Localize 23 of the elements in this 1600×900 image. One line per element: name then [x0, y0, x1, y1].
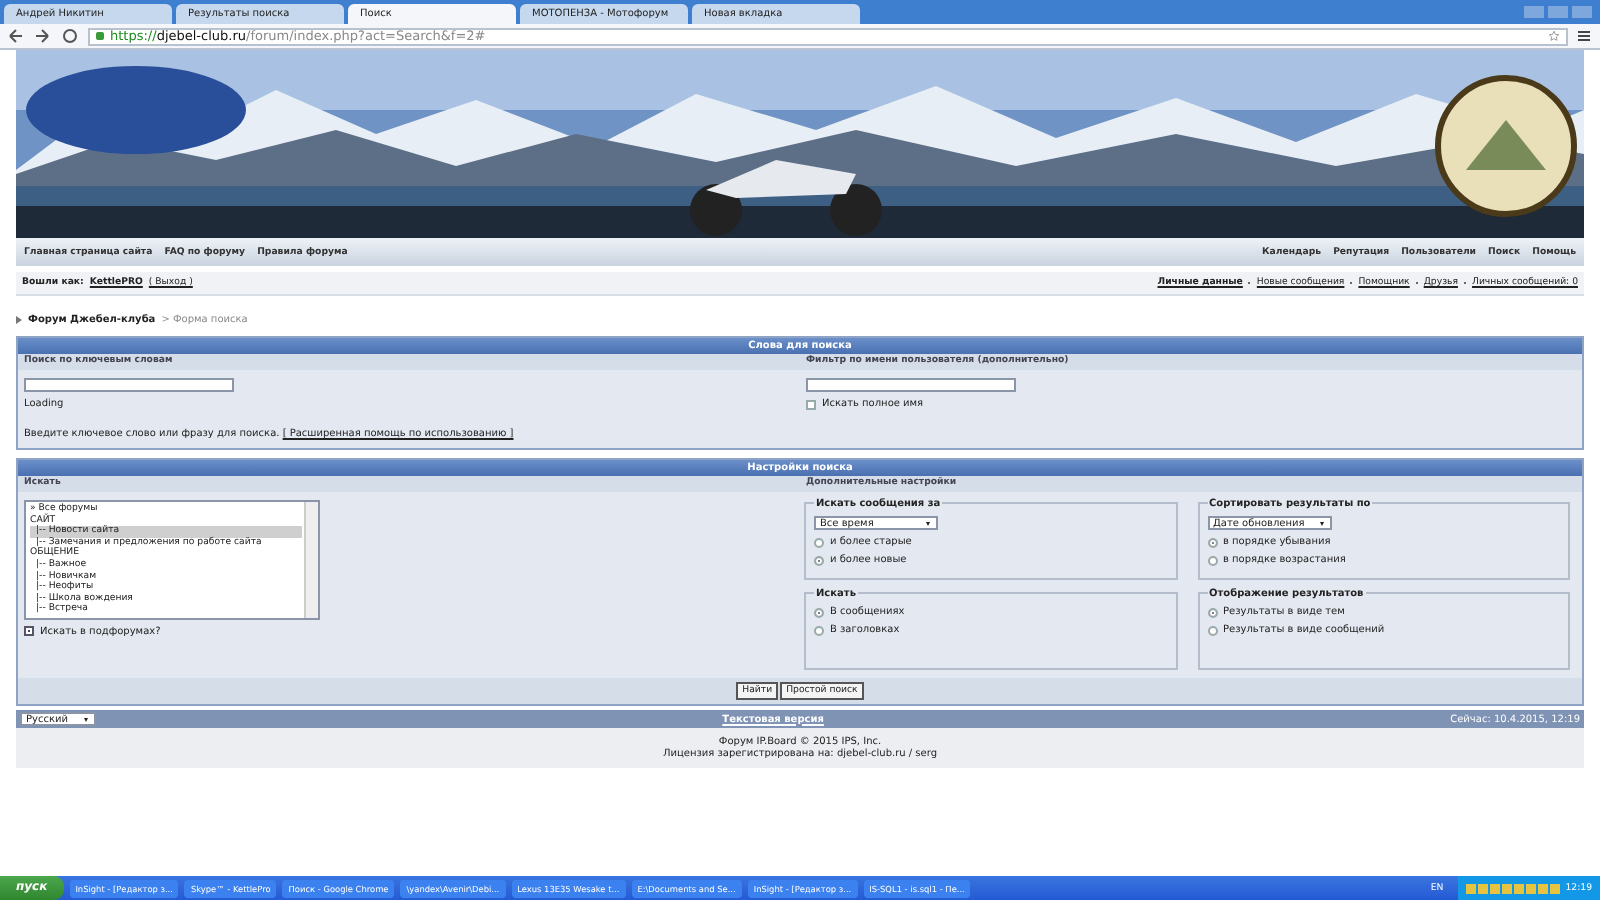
radio-button[interactable]	[814, 625, 824, 635]
breadcrumb-arrow-icon	[16, 315, 22, 323]
navigation-arrows-icon[interactable]	[8, 28, 80, 44]
star-icon[interactable]	[1548, 30, 1560, 42]
radio-button[interactable]	[1207, 625, 1217, 635]
window-controls-icon[interactable]	[1524, 6, 1592, 18]
tray-icons[interactable]	[1465, 883, 1560, 893]
username-field[interactable]	[806, 378, 1016, 392]
menu-icon[interactable]	[1576, 28, 1592, 44]
radio-button[interactable]	[814, 537, 824, 547]
caret-icon	[84, 718, 88, 722]
radio-button[interactable]	[814, 607, 824, 617]
checkbox[interactable]	[806, 399, 816, 409]
caret-icon	[1319, 522, 1323, 526]
radio-button[interactable]	[1207, 537, 1217, 547]
checkbox[interactable]	[24, 626, 34, 637]
radio-button[interactable]	[1207, 607, 1217, 617]
radio-button[interactable]	[814, 555, 824, 565]
radio-button[interactable]	[1207, 555, 1217, 565]
keyword-field[interactable]	[24, 378, 234, 392]
caret-icon	[926, 522, 930, 526]
scrollbar[interactable]	[304, 502, 318, 618]
lock-icon	[96, 32, 104, 40]
